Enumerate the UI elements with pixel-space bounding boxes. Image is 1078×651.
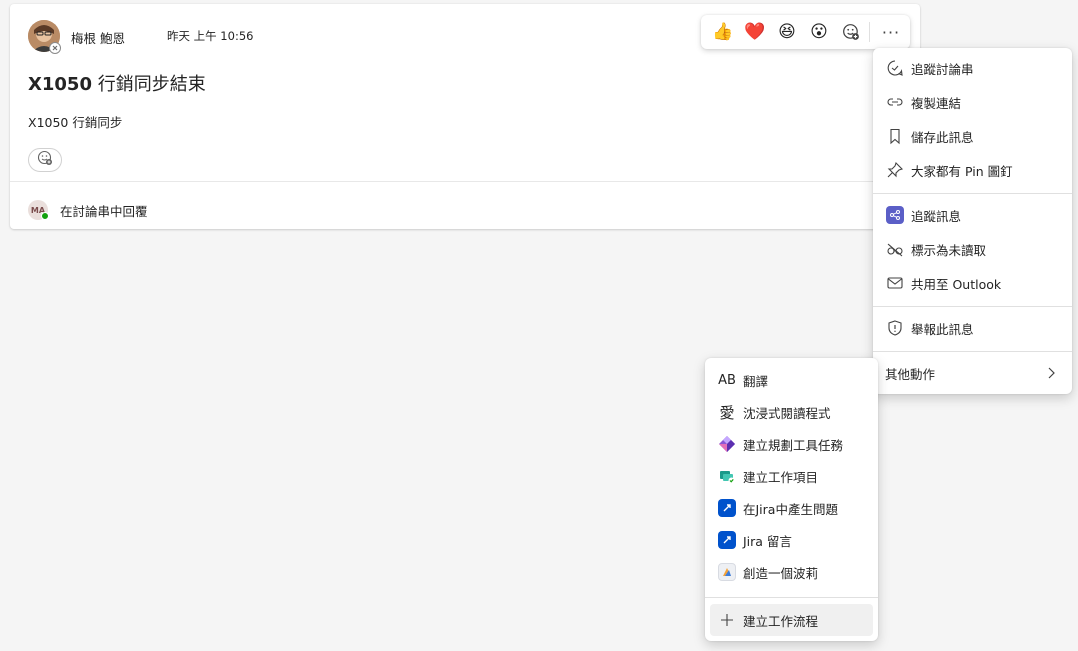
link-icon	[885, 92, 905, 112]
submenu-item-jira-comment[interactable]: Jira 留言	[705, 524, 878, 556]
menu-divider	[705, 597, 878, 598]
menu-divider	[873, 306, 1072, 307]
menu-item-follow-message[interactable]: 追蹤訊息	[873, 199, 1072, 231]
share-app-icon	[885, 205, 905, 225]
message-body: X1050 行銷同步	[28, 115, 123, 130]
submenu-item-immersive-reader[interactable]: 愛 沈浸式閱讀程式	[705, 396, 878, 428]
menu-item-copy-link[interactable]: 複製連結	[873, 86, 1072, 118]
mail-icon	[885, 273, 905, 293]
presence-online-icon	[41, 212, 49, 220]
plus-icon	[717, 610, 737, 630]
menu-item-label: 追蹤討論串	[911, 61, 974, 77]
reaction-bar: 👍 ❤️ 😆 😮 ···	[701, 15, 910, 49]
menu-item-label: 大家都有 Pin 圖釘	[911, 163, 1013, 179]
menu-item-share-outlook[interactable]: 共用至 Outlook	[873, 267, 1072, 299]
work-item-icon	[717, 466, 737, 486]
immersive-reader-icon: 愛	[719, 403, 735, 422]
reaction-heart-icon[interactable]: ❤️	[739, 16, 771, 48]
menu-item-label: 建立工作項目	[743, 469, 819, 485]
menu-item-report[interactable]: 舉報此訊息	[873, 312, 1072, 344]
emoji-add-icon[interactable]	[835, 16, 867, 48]
polly-icon	[717, 562, 737, 582]
message-title: X1050 行銷同步結束	[28, 70, 206, 96]
menu-item-label: Jira 留言	[743, 533, 792, 549]
menu-item-label: 儲存此訊息	[911, 129, 974, 145]
add-reaction-button[interactable]	[28, 148, 62, 172]
message-context-menu: 追蹤討論串 複製連結 儲存此訊息 大家都有 Pin 圖釘 追蹤訊息 標示為未讀取	[873, 48, 1072, 394]
emoji-add-icon	[37, 150, 53, 170]
reply-in-thread-button[interactable]: 在討論串中回覆	[60, 201, 148, 220]
menu-item-label: 沈浸式閱讀程式	[743, 405, 831, 421]
chat-follow-icon	[885, 58, 905, 78]
menu-divider	[873, 193, 1072, 194]
menu-item-label: 舉報此訊息	[911, 321, 974, 337]
reaction-divider	[869, 22, 870, 42]
shield-icon	[885, 318, 905, 338]
message-timestamp: 昨天 上午 10:56	[167, 29, 254, 43]
planner-icon	[717, 434, 737, 454]
menu-item-label: 在Jira中產生問題	[743, 501, 838, 517]
submenu-item-translate[interactable]: AB 翻譯	[705, 364, 878, 396]
bookmark-icon	[885, 126, 905, 146]
reaction-laugh-icon[interactable]: 😆	[771, 16, 803, 48]
jira-icon	[717, 530, 737, 550]
pin-icon	[885, 160, 905, 180]
menu-item-label: 創造一個波莉	[743, 565, 819, 581]
submenu-item-jira-issue[interactable]: 在Jira中產生問題	[705, 492, 878, 524]
chevron-right-icon	[1044, 365, 1058, 384]
message-title-bold: X1050	[28, 74, 92, 95]
menu-item-label: 追蹤訊息	[911, 208, 962, 224]
submenu-item-planner-task[interactable]: 建立規劃工具任務	[705, 428, 878, 460]
submenu-item-create-workflow[interactable]: 建立工作流程	[710, 604, 873, 636]
jira-icon	[717, 498, 737, 518]
menu-item-label: 共用至 Outlook	[911, 276, 1002, 292]
menu-item-label: 建立規劃工具任務	[743, 437, 844, 453]
menu-item-follow-thread[interactable]: 追蹤討論串	[873, 52, 1072, 84]
reaction-surprised-icon[interactable]: 😮	[803, 16, 835, 48]
menu-item-label: 標示為未讀取	[911, 242, 987, 258]
translate-icon: AB	[718, 372, 736, 388]
menu-item-mark-unread[interactable]: 標示為未讀取	[873, 233, 1072, 265]
reaction-like-icon[interactable]: 👍	[707, 16, 739, 48]
menu-item-label: 建立工作流程	[743, 613, 819, 629]
menu-item-label: 複製連結	[911, 95, 962, 111]
submenu-item-work-item[interactable]: 建立工作項目	[705, 460, 878, 492]
author-name[interactable]: 梅根 鮑恩	[71, 28, 125, 47]
menu-item-more-actions[interactable]: 其他動作	[873, 357, 1072, 389]
more-actions-submenu: AB 翻譯 愛 沈浸式閱讀程式 建立規劃工具任務 建立工作項目 在Jira中產生…	[705, 358, 878, 641]
more-options-button[interactable]: ···	[874, 16, 908, 48]
menu-item-label: 翻譯	[743, 373, 769, 389]
menu-divider	[873, 351, 1072, 352]
menu-item-save-message[interactable]: 儲存此訊息	[873, 120, 1072, 152]
menu-item-label: 其他動作	[885, 366, 936, 382]
card-divider	[10, 181, 920, 182]
submenu-item-create-polly[interactable]: 創造一個波莉	[705, 556, 878, 588]
message-title-rest: 行銷同步結束	[91, 74, 206, 95]
presence-offline-icon	[49, 42, 61, 54]
glasses-off-icon	[885, 239, 905, 259]
menu-item-pin[interactable]: 大家都有 Pin 圖釘	[873, 154, 1072, 186]
